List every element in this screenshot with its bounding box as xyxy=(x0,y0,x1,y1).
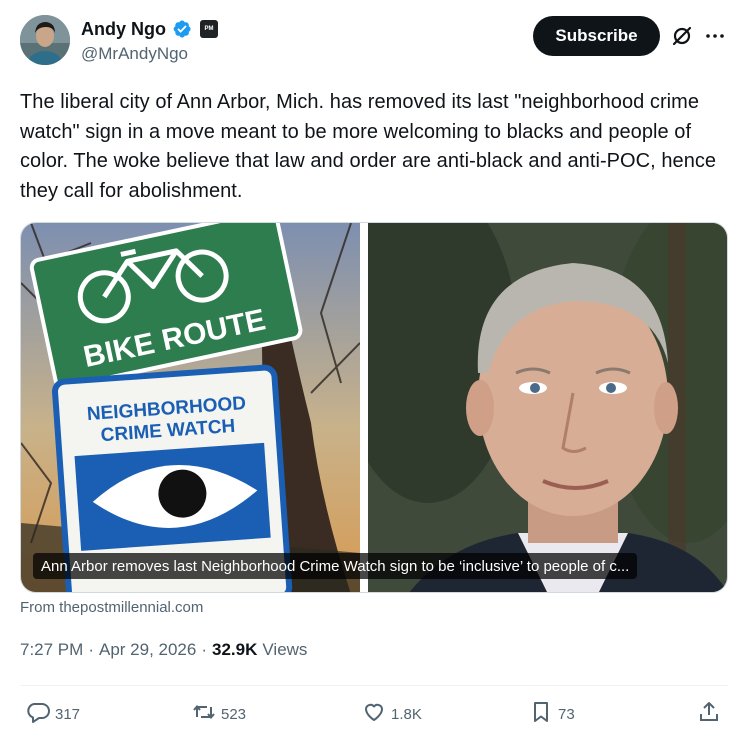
more-icon[interactable] xyxy=(703,24,727,48)
action-bar: 317 523 1.8K 73 xyxy=(0,700,749,730)
repost-button[interactable]: 523 xyxy=(192,700,246,728)
share-icon xyxy=(697,700,721,728)
interview-photo[interactable] xyxy=(368,223,727,592)
repost-count: 523 xyxy=(221,705,247,723)
author-display-name[interactable]: Andy Ngo xyxy=(81,19,166,40)
views-count: 32.9K xyxy=(212,640,258,659)
verified-badge-icon[interactable] xyxy=(172,19,192,39)
avatar-image xyxy=(20,15,70,65)
media-caption[interactable]: Ann Arbor removes last Neighborhood Crim… xyxy=(33,553,638,579)
media-source-link[interactable]: From thepostmillennial.com xyxy=(20,599,203,616)
tweet-date[interactable]: Apr 29, 2026 xyxy=(99,640,196,660)
tweet-text: The liberal city of Ann Arbor, Mich. has… xyxy=(20,91,717,202)
reply-icon xyxy=(26,700,50,728)
subscribe-button[interactable]: Subscribe xyxy=(533,16,660,56)
reply-count: 317 xyxy=(55,705,81,723)
heart-icon xyxy=(362,700,386,728)
bookmark-count: 73 xyxy=(558,705,575,723)
tweet-time[interactable]: 7:27 PM xyxy=(20,640,83,660)
author-name-row: Andy Ngo PM xyxy=(81,16,218,42)
affiliate-badge[interactable]: PM xyxy=(200,20,218,38)
bookmark-button[interactable]: 73 xyxy=(529,700,575,728)
views-label: Views xyxy=(262,640,308,659)
like-count: 1.8K xyxy=(391,705,422,723)
meta-separator: · xyxy=(88,640,94,659)
tweet-meta: 7:27 PM · Apr 29, 2026 · 32.9K Views xyxy=(20,640,307,660)
avatar[interactable] xyxy=(20,15,70,65)
divider xyxy=(20,685,728,686)
bookmark-icon xyxy=(529,700,553,728)
meta-separator: · xyxy=(201,640,208,659)
repost-icon xyxy=(192,700,216,728)
reply-button[interactable]: 317 xyxy=(26,700,80,728)
like-button[interactable]: 1.8K xyxy=(362,700,422,728)
grok-icon[interactable] xyxy=(670,24,694,48)
sign-photo[interactable]: BIKE ROUTE NEIGHBORHOOD CRIME WATCH xyxy=(21,223,360,592)
share-button[interactable] xyxy=(697,700,721,728)
media-card[interactable]: BIKE ROUTE NEIGHBORHOOD CRIME WATCH Ann … xyxy=(20,222,728,593)
author-handle[interactable]: @MrAndyNgo xyxy=(81,44,188,64)
tweet: Andy Ngo PM @MrAndyNgo Subscribe The lib… xyxy=(0,0,749,744)
